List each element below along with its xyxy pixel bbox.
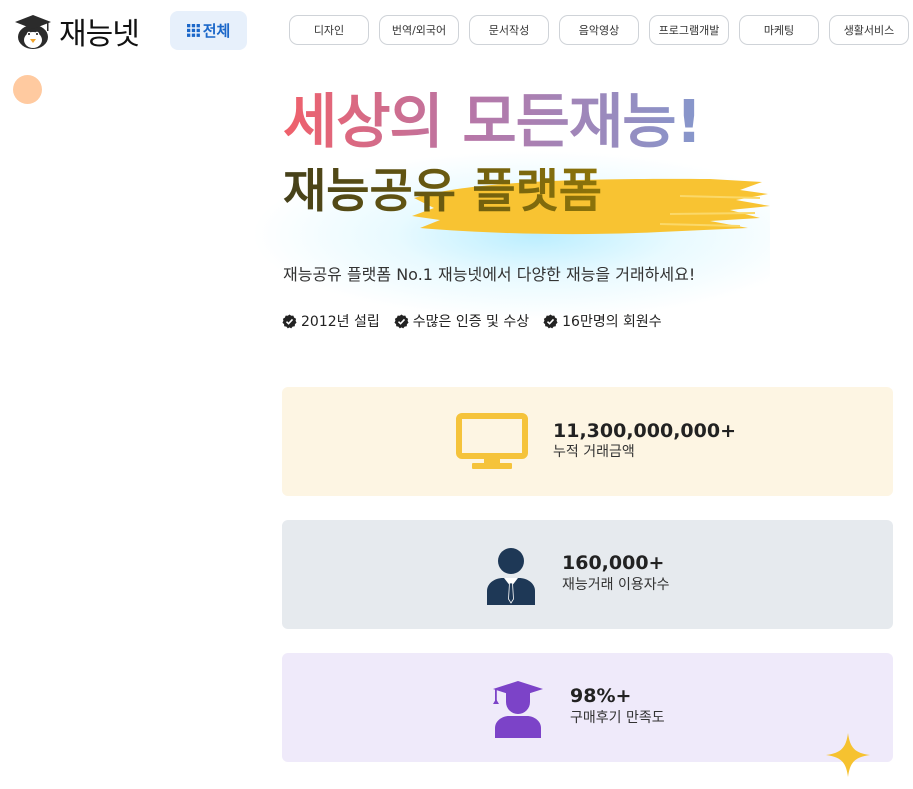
- category-design[interactable]: 디자인: [289, 15, 369, 45]
- stat-label-users: 재능거래 이용자수: [562, 577, 670, 593]
- decorative-dot: [13, 75, 42, 104]
- category-music-video[interactable]: 음악영상: [559, 15, 639, 45]
- category-documents[interactable]: 문서작성: [469, 15, 549, 45]
- graduate-user-icon: [493, 681, 543, 738]
- check-badge-icon: [543, 313, 558, 328]
- stat-card-volume: 11,300,000,000+ 누적 거래금액: [282, 387, 893, 496]
- check-badge-icon: [394, 313, 409, 328]
- user-suit-icon: [487, 548, 535, 605]
- stat-value-users: 160,000+: [562, 552, 665, 574]
- grid-icon: [186, 24, 200, 37]
- badge-awards: 수많은 인증 및 수상: [394, 311, 529, 331]
- category-marketing[interactable]: 마케팅: [739, 15, 819, 45]
- stat-value-volume: 11,300,000,000+: [553, 420, 736, 442]
- penguin-graduate-icon: [15, 15, 51, 49]
- stat-label-satisfaction: 구매후기 만족도: [570, 710, 665, 726]
- sparkle-icon: [826, 733, 870, 777]
- hero-headline-2: 재능공유 플랫폼: [283, 164, 603, 219]
- category-translation[interactable]: 번역/외국어: [379, 15, 459, 45]
- stat-card-satisfaction: 98%+ 구매후기 만족도: [282, 653, 893, 762]
- badge-members-text: 16만명의 회원수: [562, 314, 662, 330]
- hero-subtext: 재능공유 플랫폼 No.1 재능넷에서 다양한 재능을 거래하세요!: [283, 265, 696, 284]
- trust-badges: 2012년 설립 수많은 인증 및 수상 16만명의 회원수: [282, 311, 662, 331]
- monitor-icon: [456, 413, 528, 469]
- brand-logo[interactable]: 재능넷: [13, 9, 140, 53]
- stat-label-volume: 누적 거래금액: [553, 444, 635, 460]
- brand-name: 재능넷: [59, 17, 140, 52]
- badge-awards-text: 수많은 인증 및 수상: [412, 314, 530, 330]
- all-categories-label: 전체: [202, 22, 231, 40]
- badge-members: 16만명의 회원수: [543, 311, 662, 331]
- check-badge-icon: [282, 313, 297, 328]
- badge-founded-text: 2012년 설립: [301, 314, 380, 330]
- hero-headline-1: 세상의 모든재능!: [283, 87, 702, 156]
- stat-value-satisfaction: 98%+: [570, 685, 632, 707]
- category-programming[interactable]: 프로그램개발: [649, 15, 729, 45]
- stat-card-users: 160,000+ 재능거래 이용자수: [282, 520, 893, 629]
- category-life-services[interactable]: 생활서비스: [829, 15, 909, 45]
- all-categories-button[interactable]: 전체: [170, 11, 247, 50]
- badge-founded: 2012년 설립: [282, 311, 380, 331]
